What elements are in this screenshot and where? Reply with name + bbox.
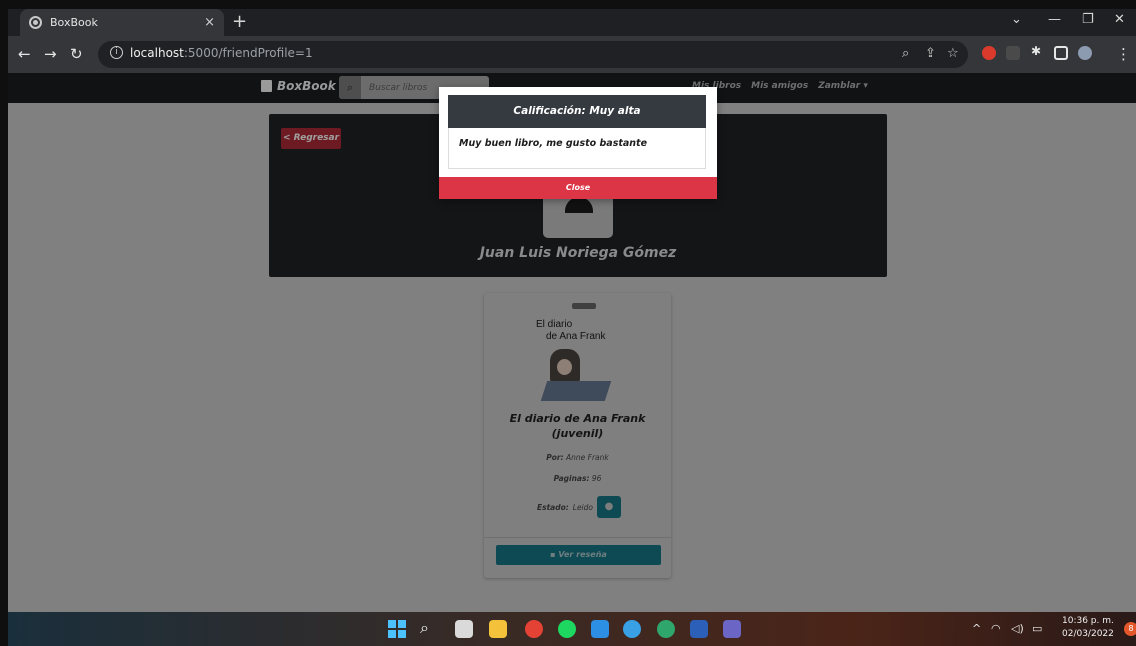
url-text: localhost:5000/friendProfile=1: [130, 46, 313, 60]
book-icon: [261, 80, 272, 92]
close-window-icon[interactable]: ✕: [1114, 12, 1125, 27]
vscode-icon[interactable]: [591, 620, 609, 638]
close-button[interactable]: Close: [439, 177, 717, 199]
notification-badge[interactable]: 8: [1124, 622, 1136, 636]
address-bar-row: ← → ↻ i localhost:5000/friendProfile=1 ⌕…: [8, 36, 1136, 73]
task-view-icon[interactable]: [455, 620, 473, 638]
rating-modal: Calificación: Muy alta Muy buen libro, m…: [439, 87, 717, 199]
book-card: El diario de Ana Frank El diario de Ana …: [484, 293, 671, 578]
book-pages: Paginas: 96: [553, 474, 602, 483]
modal-review-text: Muy buen libro, me gusto bastante: [448, 128, 706, 169]
web-page: BoxBook ⌕ Mis libros Mis amigos Zamblar …: [8, 73, 1136, 612]
bookmark-star-icon[interactable]: ☆: [947, 46, 959, 61]
chrome-icon[interactable]: [525, 620, 543, 638]
new-tab-button[interactable]: +: [232, 11, 247, 32]
puzzle-extensions-icon[interactable]: ✱: [1031, 44, 1045, 58]
nav-user-dropdown[interactable]: Zamblar ▾: [818, 81, 868, 91]
teams-icon[interactable]: [723, 620, 741, 638]
cover-title-line-1: El diario: [536, 319, 573, 330]
menu-kebab-icon[interactable]: ⋮: [1116, 45, 1131, 63]
user-silhouette-icon: [565, 197, 593, 213]
word-icon[interactable]: [690, 620, 708, 638]
share-icon[interactable]: ⇪: [925, 46, 936, 61]
view-review-button[interactable]: ▪ Ver reseña: [496, 545, 661, 565]
search-icon[interactable]: ⌕: [339, 76, 361, 99]
book-state: Estado: Leido ●: [537, 496, 621, 518]
url-field[interactable]: i localhost:5000/friendProfile=1 ⌕ ⇪ ☆: [98, 41, 968, 68]
adblock-extension-icon[interactable]: [982, 46, 996, 60]
profile-name: Juan Luis Noriega Gómez: [479, 245, 677, 261]
reload-icon[interactable]: ↻: [70, 45, 83, 63]
forward-arrow-icon[interactable]: →: [44, 45, 57, 63]
tab-title: BoxBook: [50, 16, 98, 29]
comment-icon[interactable]: ●: [597, 496, 621, 518]
side-panel-icon[interactable]: [1054, 46, 1068, 60]
restore-icon[interactable]: ❐: [1082, 12, 1094, 27]
minimize-icon[interactable]: —: [1048, 12, 1061, 27]
wifi-icon[interactable]: ◠: [991, 622, 1001, 635]
modal-title: Calificación: Muy alta: [448, 95, 706, 128]
browser-tab[interactable]: BoxBook ×: [20, 9, 224, 36]
tab-close-icon[interactable]: ×: [204, 15, 215, 30]
brand-logo[interactable]: BoxBook: [261, 79, 336, 93]
favicon-icon: [29, 16, 42, 29]
book-cover-image: El diario de Ana Frank: [532, 301, 624, 405]
back-arrow-icon[interactable]: ←: [18, 45, 31, 63]
browser-tab-strip: BoxBook × + ⌄ — ❐ ✕: [8, 9, 1136, 36]
spotify-icon[interactable]: [558, 620, 576, 638]
windows-start-icon[interactable]: [388, 620, 406, 638]
book-title: El diario de Ana Frank (juvenil): [509, 412, 646, 440]
book-author: Por: Anne Frank: [546, 453, 609, 462]
cover-title-line-2: de Ana Frank: [546, 331, 606, 342]
profile-avatar-icon[interactable]: [1078, 46, 1092, 60]
zoom-icon[interactable]: ⌕: [902, 46, 909, 61]
nav-links: Mis libros Mis amigos Zamblar ▾: [692, 81, 868, 91]
tray-chevron-icon[interactable]: ^: [972, 622, 981, 635]
clock[interactable]: 10:36 p. m. 02/03/2022: [1062, 615, 1114, 641]
hs-app-icon[interactable]: [657, 620, 675, 638]
extension-icon[interactable]: [1006, 46, 1020, 60]
battery-icon[interactable]: ▭: [1032, 622, 1042, 635]
back-button[interactable]: < Regresar: [281, 128, 341, 149]
search-taskbar-icon[interactable]: ⌕: [420, 618, 438, 637]
volume-icon[interactable]: ◁): [1011, 622, 1024, 635]
file-explorer-icon[interactable]: [489, 620, 507, 638]
site-info-icon[interactable]: i: [110, 46, 123, 59]
card-divider: [484, 537, 671, 538]
tab-search-chevron-icon[interactable]: ⌄: [1011, 12, 1022, 27]
app-icon[interactable]: [623, 620, 641, 638]
brand-name: BoxBook: [277, 79, 336, 93]
nav-link-mis-amigos[interactable]: Mis amigos: [751, 81, 808, 91]
taskbar: ⌕ ^ ◠ ◁) ▭ 10:36 p. m. 02/03/2022 8: [8, 612, 1136, 646]
